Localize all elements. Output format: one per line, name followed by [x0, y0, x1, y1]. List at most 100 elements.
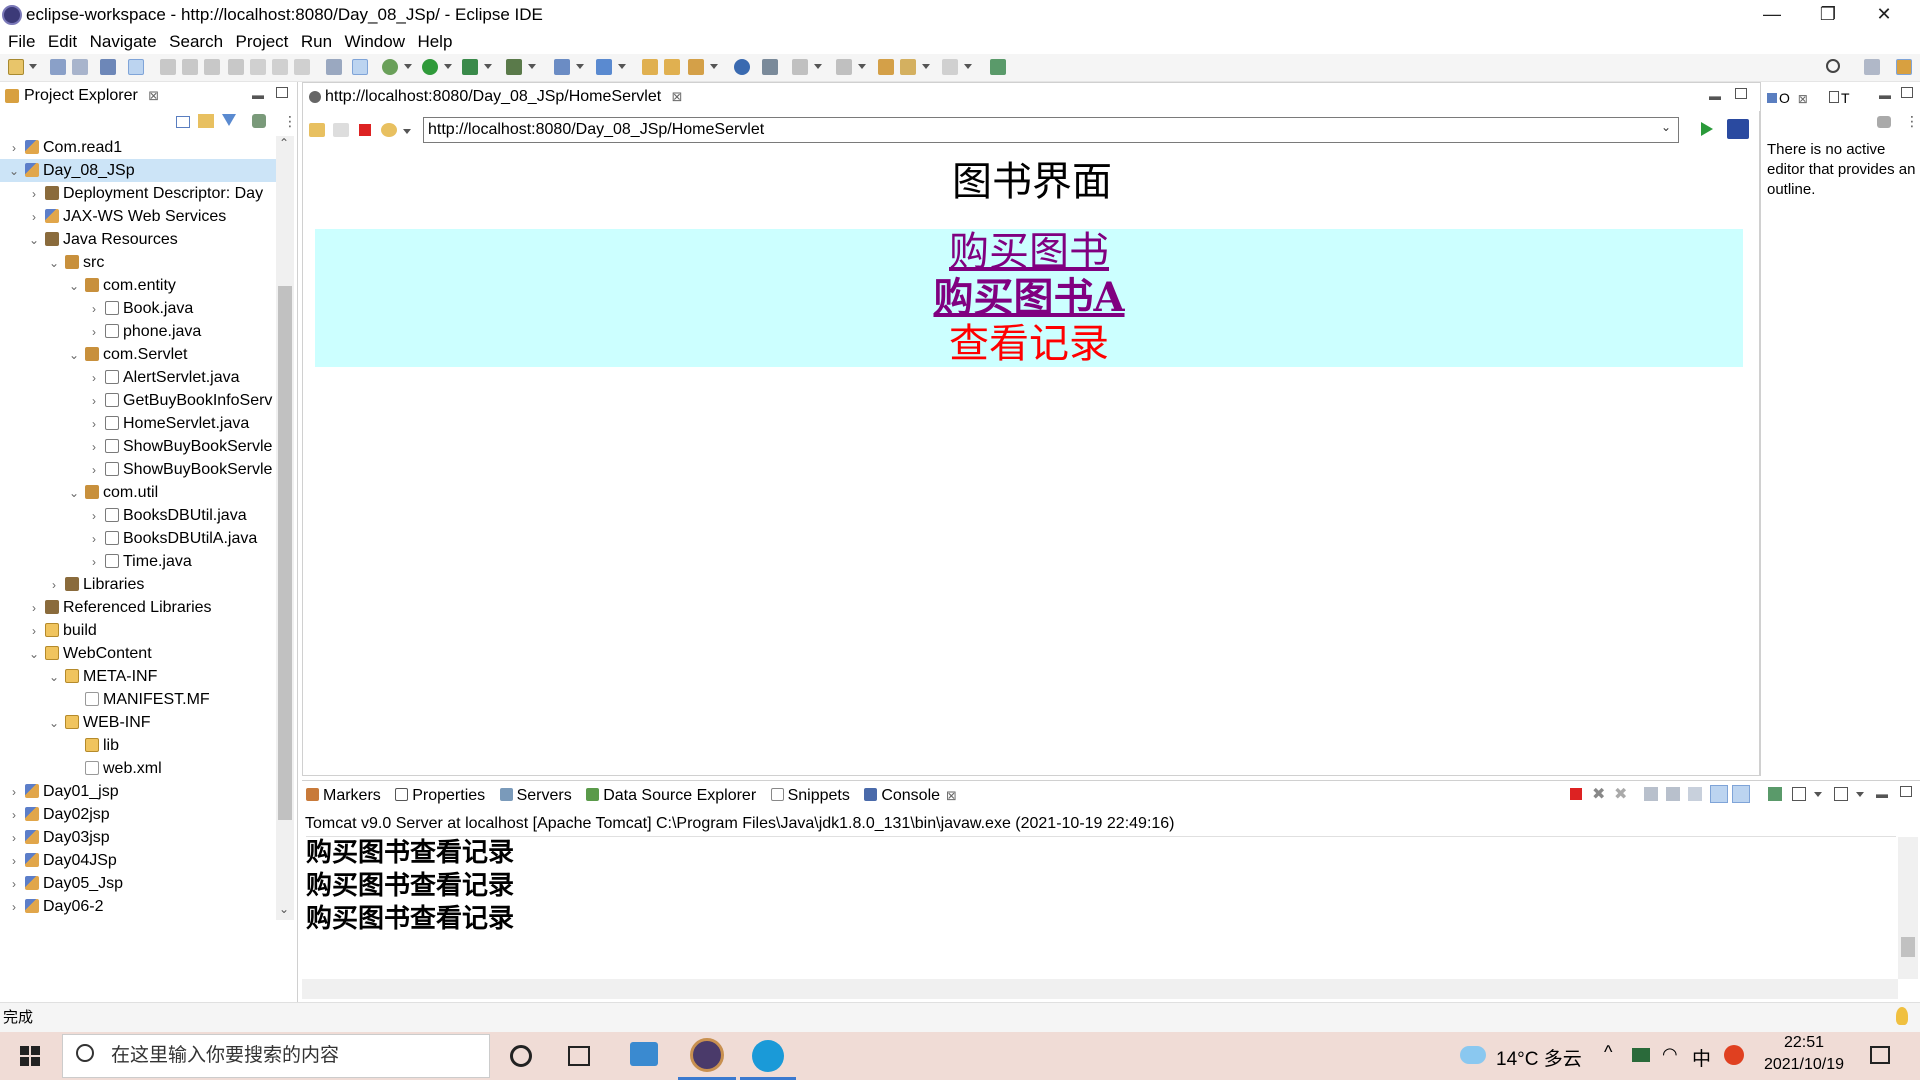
show-hidden-icons-icon[interactable]: ^: [1604, 1042, 1612, 1063]
chevron-right-icon[interactable]: ›: [6, 137, 22, 159]
chevron-right-icon[interactable]: ›: [26, 183, 42, 205]
coverage-dropdown-icon[interactable]: [484, 64, 492, 69]
snippets-tab[interactable]: Snippets: [770, 787, 850, 805]
chevron-right-icon[interactable]: ›: [26, 620, 42, 642]
cortana-icon[interactable]: [510, 1045, 532, 1067]
chevron-right-icon[interactable]: ›: [6, 896, 22, 918]
outline-focus-icon[interactable]: [1877, 116, 1891, 128]
search-tool-icon[interactable]: [688, 59, 704, 75]
chevron-down-icon[interactable]: ⌄: [6, 160, 22, 182]
go-icon[interactable]: [1701, 122, 1713, 136]
tree-item[interactable]: ›Day08-we: [0, 918, 276, 920]
chevron-down-icon[interactable]: ⌄: [46, 712, 62, 734]
properties-tab[interactable]: Properties: [395, 787, 485, 805]
step-over-icon[interactable]: [272, 59, 288, 75]
prev-annotation-dropdown-icon[interactable]: [858, 64, 866, 69]
skip-breakpoints-icon[interactable]: [128, 59, 144, 75]
menu-window[interactable]: Window: [337, 30, 405, 52]
chevron-right-icon[interactable]: ›: [86, 459, 102, 481]
tree-item[interactable]: web.xml: [0, 757, 276, 780]
chevron-right-icon[interactable]: ›: [26, 597, 42, 619]
menu-project[interactable]: Project: [228, 30, 289, 52]
new-server-icon[interactable]: [554, 59, 570, 75]
eclipse-taskbar-icon[interactable]: [690, 1038, 724, 1072]
new-dropdown-icon[interactable]: [29, 64, 37, 69]
next-annotation-icon[interactable]: [792, 59, 808, 75]
weather-text[interactable]: 14°C 多云: [1496, 1044, 1582, 1071]
taskbar-time[interactable]: 22:51: [1754, 1034, 1854, 1052]
step-into-icon[interactable]: [250, 59, 266, 75]
ime-indicator[interactable]: 中: [1692, 1044, 1711, 1071]
menu-edit[interactable]: Edit: [40, 30, 77, 52]
this-pc-icon[interactable]: [630, 1042, 658, 1066]
tree-item[interactable]: › BooksDBUtilA.java: [0, 527, 276, 550]
browser-refresh-icon[interactable]: [381, 123, 397, 137]
outline-menu-icon[interactable]: ⋮: [1905, 113, 1919, 130]
console-horizontal-scrollbar[interactable]: [302, 979, 1898, 999]
weather-icon[interactable]: [1460, 1046, 1486, 1064]
close-tab-icon[interactable]: ⊠: [148, 88, 159, 103]
close-console-tab-icon[interactable]: ⊠: [946, 788, 957, 803]
show-whitespace-icon[interactable]: [352, 59, 368, 75]
tree-item[interactable]: ⌄ WEB-INF: [0, 711, 276, 734]
next-annotation-dropdown-icon[interactable]: [814, 64, 822, 69]
filter-icon[interactable]: [222, 114, 236, 126]
minimize-button[interactable]: —: [1744, 0, 1800, 30]
new-java-class-icon[interactable]: [596, 59, 612, 75]
open-external-browser-icon[interactable]: [1727, 119, 1749, 139]
tree-scroll-thumb[interactable]: [278, 286, 292, 820]
open-type-icon[interactable]: [642, 59, 658, 75]
tree-item[interactable]: › ShowBuyBookServle: [0, 458, 276, 481]
editor-tab[interactable]: http://localhost:8080/Day_08_JSp/HomeSer…: [303, 83, 693, 111]
open-console-dropdown-icon[interactable]: [1856, 792, 1864, 797]
chevron-right-icon[interactable]: ›: [46, 574, 62, 596]
chevron-right-icon[interactable]: ›: [86, 413, 102, 435]
url-dropdown-icon[interactable]: ⌄: [1661, 120, 1671, 134]
tree-item[interactable]: › Referenced Libraries: [0, 596, 276, 619]
minimize-view-icon[interactable]: ▬: [252, 88, 264, 102]
minimize-console-icon[interactable]: ▬: [1876, 787, 1888, 801]
menu-help[interactable]: Help: [409, 30, 452, 52]
last-edit-icon[interactable]: [878, 59, 894, 75]
browser-back-icon[interactable]: [309, 123, 325, 137]
tree-item[interactable]: › GetBuyBookInfoServ: [0, 389, 276, 412]
remove-launch-icon[interactable]: ✖: [1592, 784, 1605, 804]
chevron-right-icon[interactable]: ›: [86, 551, 102, 573]
display-console-icon[interactable]: [1792, 787, 1806, 801]
tree-item[interactable]: › Day05_Jsp: [0, 872, 276, 895]
open-task-icon[interactable]: [664, 59, 680, 75]
debug-icon[interactable]: [382, 59, 398, 75]
minimize-outline-icon[interactable]: ▬: [1879, 88, 1891, 102]
tree-item[interactable]: ⌄ com.Servlet: [0, 343, 276, 366]
web-browser-icon[interactable]: [734, 59, 750, 75]
java-ee-perspective-icon[interactable]: [1896, 59, 1912, 75]
url-input[interactable]: http://localhost:8080/Day_08_JSp/HomeSer…: [423, 117, 1679, 143]
chevron-right-icon[interactable]: ›: [86, 528, 102, 550]
windows-start-icon[interactable]: [20, 1046, 40, 1066]
collapse-all-icon[interactable]: [176, 116, 190, 128]
chevron-down-icon[interactable]: ⌄: [26, 643, 42, 665]
maximize-view-icon[interactable]: [276, 87, 288, 98]
chevron-down-icon[interactable]: ⌄: [46, 666, 62, 688]
chevron-right-icon[interactable]: ›: [86, 298, 102, 320]
sogou-ime-icon[interactable]: [1724, 1045, 1744, 1065]
word-wrap-console-icon[interactable]: [1688, 787, 1702, 801]
run-icon[interactable]: [422, 59, 438, 75]
terminal-icon[interactable]: [100, 59, 116, 75]
console-tab[interactable]: Console ⊠: [864, 787, 957, 805]
tree-item[interactable]: ⌄ com.entity: [0, 274, 276, 297]
pin-console-icon[interactable]: [1768, 787, 1782, 801]
close-outline-tab-icon[interactable]: ⊠: [1798, 92, 1808, 106]
external-tools-icon[interactable]: [506, 59, 522, 75]
remove-all-launches-icon[interactable]: ✖: [1614, 784, 1627, 804]
prev-annotation-icon[interactable]: [836, 59, 852, 75]
tree-item[interactable]: › Day02jsp: [0, 803, 276, 826]
console-vertical-scrollbar[interactable]: [1898, 837, 1918, 979]
project-explorer-tab[interactable]: Project Explorer ⊠: [0, 82, 170, 110]
open-console-icon[interactable]: [1834, 787, 1848, 801]
new-server-dropdown-icon[interactable]: [576, 64, 584, 69]
data-source-explorer-tab[interactable]: Data Source Explorer: [586, 787, 756, 805]
tree-item[interactable]: ⌄ Java Resources: [0, 228, 276, 251]
menu-navigate[interactable]: Navigate: [82, 30, 157, 52]
taskbar-date[interactable]: 2021/10/19: [1754, 1056, 1854, 1074]
